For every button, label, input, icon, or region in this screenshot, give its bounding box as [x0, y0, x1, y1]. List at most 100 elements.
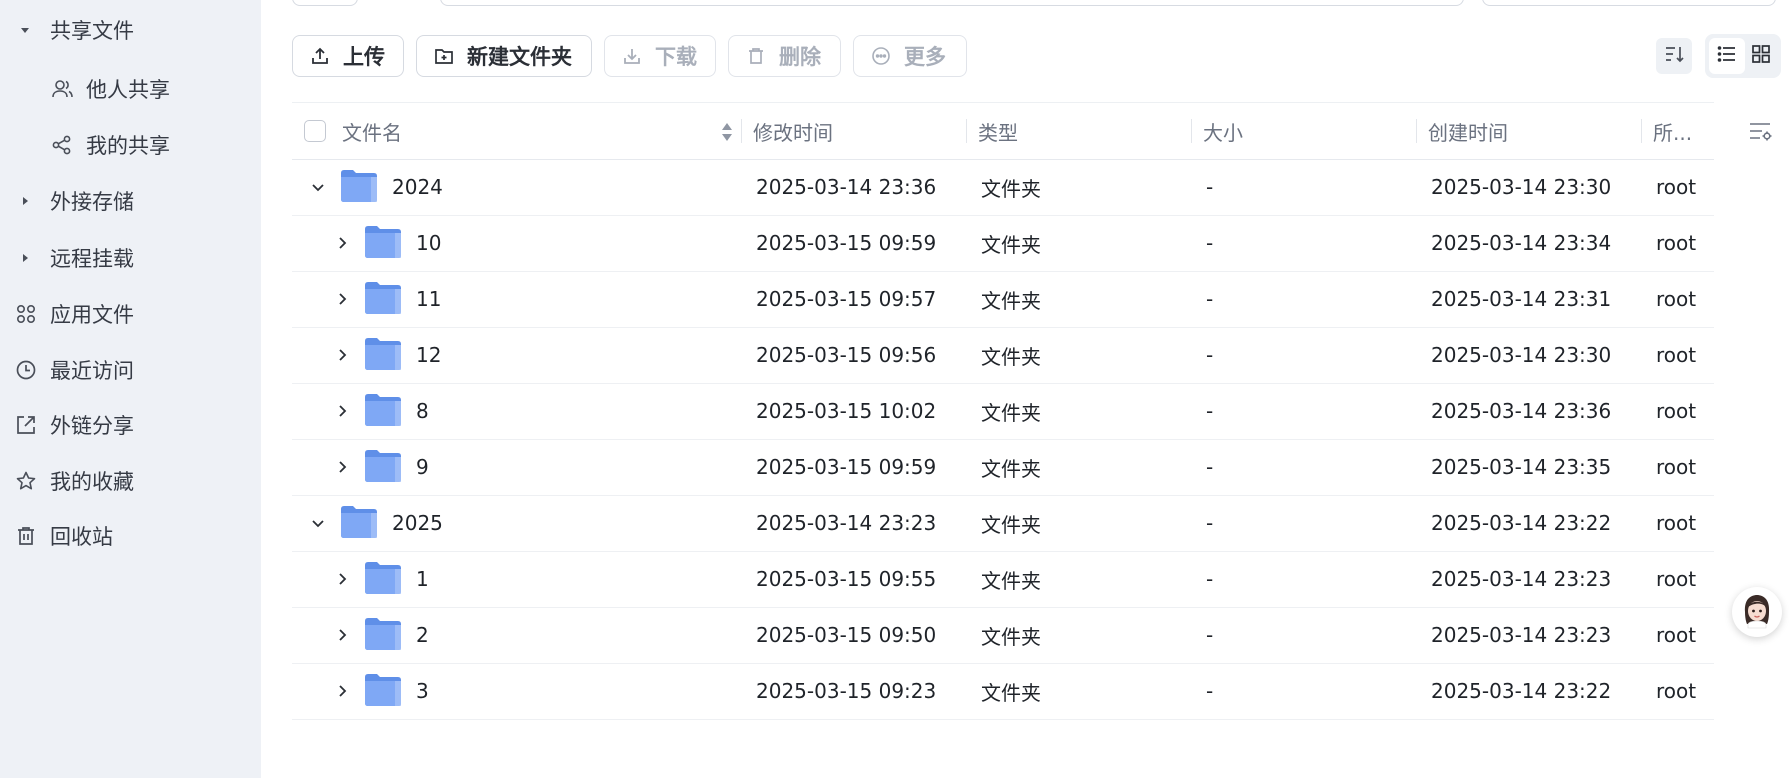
- file-name[interactable]: 3: [416, 663, 429, 719]
- sort-button[interactable]: [1656, 38, 1692, 74]
- modified-time: 2025-03-15 09:23: [756, 679, 937, 703]
- assistant-avatar-button[interactable]: [1732, 587, 1782, 637]
- file-name[interactable]: 9: [416, 439, 429, 495]
- table-row[interactable]: 2025 2025-03-14 23:23 文件夹 - 2025-03-14 23:22…: [292, 495, 1714, 552]
- file-type: 文件夹: [981, 456, 1041, 481]
- file-name[interactable]: 10: [416, 215, 441, 271]
- column-divider[interactable]: [1191, 119, 1192, 143]
- sidebar-item-shared-files[interactable]: 共享文件: [0, 7, 261, 53]
- sidebar-item-others-shared[interactable]: 他人共享: [0, 66, 261, 112]
- chevron-right-icon[interactable]: [332, 233, 352, 253]
- column-divider[interactable]: [966, 119, 967, 143]
- file-name[interactable]: 1: [416, 551, 429, 607]
- sort-icon: [1663, 43, 1685, 69]
- table-row[interactable]: 10 2025-03-15 09:59 文件夹 - 2025-03-14 23:34 ro…: [292, 215, 1714, 272]
- file-size: -: [1206, 567, 1214, 591]
- file-size: -: [1206, 231, 1214, 255]
- path-bar[interactable]: [440, 0, 1464, 6]
- chevron-down-icon[interactable]: [308, 177, 328, 197]
- table-row[interactable]: 2 2025-03-15 09:50 文件夹 - 2025-03-14 23:23 roo…: [292, 607, 1714, 664]
- table-row[interactable]: 9 2025-03-15 09:59 文件夹 - 2025-03-14 23:35 roo…: [292, 439, 1714, 496]
- chevron-right-icon[interactable]: [332, 345, 352, 365]
- chevron-right-icon[interactable]: [332, 289, 352, 309]
- chevron-right-icon[interactable]: [332, 625, 352, 645]
- file-size: -: [1206, 175, 1214, 199]
- table-row[interactable]: 12 2025-03-15 09:56 文件夹 - 2025-03-14 23:30 ro…: [292, 327, 1714, 384]
- column-header-size[interactable]: 大小: [1203, 103, 1243, 159]
- grid-view-icon: [1750, 43, 1772, 69]
- folder-icon: [340, 505, 378, 539]
- sidebar-item-recycle-bin[interactable]: 回收站: [0, 513, 261, 559]
- file-name[interactable]: 2025: [392, 495, 443, 551]
- owner: root: [1656, 455, 1697, 479]
- chevron-right-icon[interactable]: [332, 681, 352, 701]
- column-header-name[interactable]: 文件名: [342, 103, 402, 159]
- search-input[interactable]: [1482, 0, 1776, 6]
- table-row[interactable]: 3 2025-03-15 09:23 文件夹 - 2025-03-14 23:22 roo…: [292, 663, 1714, 720]
- sort-arrows-icon[interactable]: [720, 121, 734, 147]
- chevron-right-icon[interactable]: [332, 569, 352, 589]
- sidebar-item-label: 最近访问: [50, 359, 134, 383]
- grid-view-button[interactable]: [1743, 38, 1779, 74]
- column-divider[interactable]: [741, 119, 742, 143]
- column-divider[interactable]: [1641, 119, 1642, 143]
- column-divider[interactable]: [1416, 119, 1417, 143]
- file-name[interactable]: 2024: [392, 159, 443, 215]
- sidebar-item-favorites[interactable]: 我的收藏: [0, 458, 261, 504]
- chevron-right-icon[interactable]: [332, 457, 352, 477]
- owner: root: [1656, 399, 1697, 423]
- modified-time: 2025-03-15 09:57: [756, 287, 937, 311]
- select-all-checkbox[interactable]: [304, 120, 326, 142]
- owner: root: [1656, 679, 1697, 703]
- file-size: -: [1206, 679, 1214, 703]
- table-header: 文件名 修改时间 类型 大小 创建时间 所...: [292, 102, 1714, 160]
- column-header-created[interactable]: 创建时间: [1428, 103, 1508, 159]
- column-header-type[interactable]: 类型: [978, 103, 1018, 159]
- new-folder-button[interactable]: 新建文件夹: [416, 35, 592, 77]
- upload-button[interactable]: 上传: [292, 35, 404, 77]
- modified-time: 2025-03-15 09:59: [756, 231, 937, 255]
- sidebar-item-link-share[interactable]: 外链分享: [0, 402, 261, 448]
- table-row[interactable]: 11 2025-03-15 09:57 文件夹 - 2025-03-14 23:31 ro…: [292, 271, 1714, 328]
- file-name[interactable]: 12: [416, 327, 441, 383]
- nav-buttons[interactable]: [292, 0, 358, 6]
- column-header-owner[interactable]: 所...: [1653, 103, 1692, 159]
- column-settings-icon[interactable]: [1748, 120, 1774, 146]
- file-name[interactable]: 11: [416, 271, 441, 327]
- sidebar-item-external-storage[interactable]: 外接存储: [0, 178, 261, 224]
- table-row[interactable]: 8 2025-03-15 10:02 文件夹 - 2025-03-14 23:36 roo…: [292, 383, 1714, 440]
- created-time: 2025-03-14 23:22: [1431, 511, 1612, 535]
- folder-icon: [364, 561, 402, 595]
- sidebar-item-remote-mount[interactable]: 远程挂载: [0, 235, 261, 281]
- more-label: 更多: [904, 45, 946, 69]
- delete-button[interactable]: 删除: [728, 35, 841, 77]
- owner: root: [1656, 175, 1697, 199]
- chevron-down-icon[interactable]: [308, 513, 328, 533]
- sidebar-item-label: 外链分享: [50, 414, 134, 438]
- folder-icon: [340, 169, 378, 203]
- column-header-modified[interactable]: 修改时间: [753, 103, 833, 159]
- download-label: 下载: [655, 45, 697, 69]
- file-type: 文件夹: [981, 232, 1041, 257]
- file-type: 文件夹: [981, 512, 1041, 537]
- sidebar-item-app-files[interactable]: 应用文件: [0, 291, 261, 337]
- sidebar-item-recent[interactable]: 最近访问: [0, 347, 261, 393]
- more-button[interactable]: 更多: [853, 35, 967, 77]
- created-time: 2025-03-14 23:34: [1431, 231, 1612, 255]
- sidebar-item-my-shares[interactable]: 我的共享: [0, 122, 261, 168]
- file-name[interactable]: 8: [416, 383, 429, 439]
- file-name[interactable]: 2: [416, 607, 429, 663]
- table-row[interactable]: 2024 2025-03-14 23:36 文件夹 - 2025-03-14 23:30…: [292, 159, 1714, 216]
- file-size: -: [1206, 399, 1214, 423]
- download-button[interactable]: 下载: [604, 35, 716, 77]
- caret-right-icon: [18, 251, 32, 265]
- list-view-button[interactable]: [1709, 38, 1745, 74]
- modified-time: 2025-03-15 10:02: [756, 399, 937, 423]
- sidebar-item-label: 回收站: [50, 525, 113, 549]
- external-link-icon: [14, 413, 38, 437]
- chevron-right-icon[interactable]: [332, 401, 352, 421]
- modified-time: 2025-03-15 09:59: [756, 455, 937, 479]
- table-row[interactable]: 1 2025-03-15 09:55 文件夹 - 2025-03-14 23:23 roo…: [292, 551, 1714, 608]
- avatar-icon: [1737, 590, 1777, 634]
- clock-icon: [14, 358, 38, 382]
